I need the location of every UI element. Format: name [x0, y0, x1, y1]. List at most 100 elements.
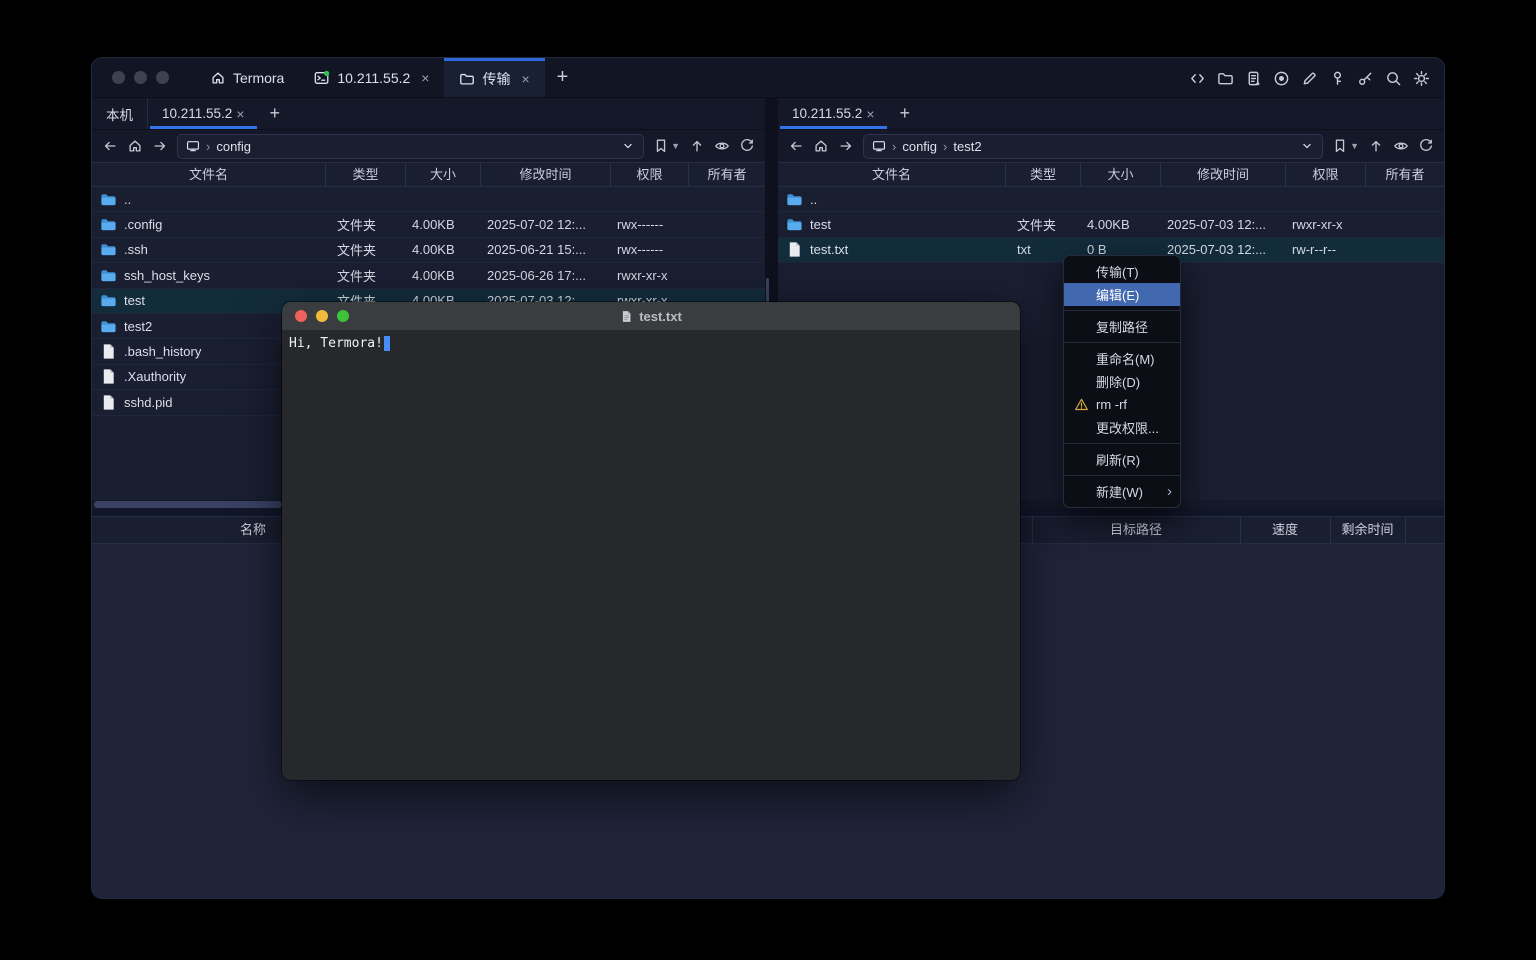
file-name: ssh_host_keys: [124, 268, 210, 283]
close-tab-icon[interactable]: ×: [866, 106, 874, 122]
settings-gear-icon[interactable]: [1413, 70, 1430, 87]
panel-tab-remote[interactable]: 10.211.55.2 ×: [148, 98, 259, 129]
close-tab-icon[interactable]: ×: [236, 106, 244, 122]
column-header-size[interactable]: 大小: [405, 163, 480, 186]
file-mtime: 2025-07-03 12:...: [1160, 217, 1285, 232]
file-permissions: rw-r--r--: [1285, 242, 1365, 257]
menu-item-[interactable]: 复制路径: [1064, 315, 1180, 338]
menu-separator: [1064, 443, 1180, 444]
add-panel-tab-button[interactable]: +: [889, 98, 922, 129]
refresh-button[interactable]: [739, 138, 755, 154]
column-header-type[interactable]: 类型: [1005, 163, 1080, 186]
editor-zoom-button[interactable]: [337, 310, 349, 322]
file-name: test.txt: [810, 242, 848, 257]
column-header-owner[interactable]: 所有者: [688, 163, 765, 186]
bookmark-button[interactable]: ▼: [1332, 138, 1359, 154]
file-row-..[interactable]: ..: [92, 187, 765, 212]
keychain-icon[interactable]: [1357, 70, 1374, 87]
close-tab-icon[interactable]: ×: [421, 70, 429, 86]
tab-ssh-session[interactable]: 10.211.55.2 ×: [299, 58, 444, 97]
column-header-perm[interactable]: 权限: [1285, 163, 1365, 186]
right-panel-tabs: 10.211.55.2 × +: [778, 98, 1444, 130]
breadcrumb-segment[interactable]: config: [216, 139, 251, 154]
close-window-button[interactable]: [112, 71, 125, 84]
home-button[interactable]: [127, 138, 143, 154]
editor-window: test.txt Hi, Termora!: [282, 302, 1020, 780]
show-hidden-eye-button[interactable]: [1393, 138, 1409, 154]
tab-termora-home[interactable]: Termora: [195, 58, 299, 97]
forward-button[interactable]: [152, 138, 168, 154]
menu-item-rmrf[interactable]: rm -rf: [1064, 393, 1180, 416]
document-icon: [620, 310, 633, 323]
file-name: test: [124, 293, 145, 308]
bookmark-button[interactable]: ▼: [653, 138, 680, 154]
transfer-column-remaining-time[interactable]: 剩余时间: [1330, 517, 1405, 543]
chevron-down-icon[interactable]: [621, 139, 635, 153]
file-row-ssh_host_keys[interactable]: ssh_host_keys文件夹4.00KB2025-06-26 17:...r…: [92, 263, 765, 288]
column-header-type[interactable]: 类型: [325, 163, 405, 186]
bookmark-caret-icon[interactable]: ▼: [1350, 141, 1359, 151]
transfer-column-target-path[interactable]: 目标路径: [1032, 517, 1240, 543]
new-tab-button[interactable]: +: [545, 58, 581, 97]
menu-item-e[interactable]: 编辑(E): [1064, 283, 1180, 306]
add-panel-tab-button[interactable]: +: [259, 98, 292, 129]
file-name: .Xauthority: [124, 369, 186, 384]
breadcrumb-segment[interactable]: test2: [953, 139, 981, 154]
editor-titlebar[interactable]: test.txt: [282, 302, 1020, 330]
back-button[interactable]: [788, 138, 804, 154]
column-header-size[interactable]: 大小: [1080, 163, 1160, 186]
code-icon[interactable]: [1189, 70, 1206, 87]
editor-content[interactable]: Hi, Termora!: [282, 330, 1020, 780]
file-name: ..: [124, 192, 131, 207]
search-icon[interactable]: [1385, 70, 1402, 87]
column-header-mtime[interactable]: 修改时间: [480, 163, 610, 186]
minimize-window-button[interactable]: [134, 71, 147, 84]
file-row-.ssh[interactable]: .ssh文件夹4.00KB2025-06-21 15:...rwx------: [92, 238, 765, 263]
bookmark-caret-icon[interactable]: ▼: [671, 141, 680, 151]
file-icon: [100, 343, 117, 360]
menu-item-label: rm -rf: [1096, 397, 1127, 412]
menu-item-w[interactable]: 新建(W)›: [1064, 480, 1180, 503]
menu-item-d[interactable]: 删除(D): [1064, 370, 1180, 393]
column-header-name[interactable]: 文件名: [778, 163, 1005, 186]
menu-item-[interactable]: 更改权限...: [1064, 416, 1180, 439]
horizontal-scrollbar-thumb[interactable]: [94, 501, 282, 508]
file-mtime: 2025-06-26 17:...: [480, 268, 610, 283]
path-bar[interactable]: ›config›test2: [863, 134, 1323, 159]
column-header-perm[interactable]: 权限: [610, 163, 688, 186]
refresh-button[interactable]: [1418, 138, 1434, 154]
chevron-down-icon[interactable]: [1300, 139, 1314, 153]
column-header-owner[interactable]: 所有者: [1365, 163, 1444, 186]
column-header-name[interactable]: 文件名: [92, 163, 325, 186]
close-tab-icon[interactable]: ×: [521, 71, 529, 87]
home-button[interactable]: [813, 138, 829, 154]
log-icon[interactable]: [1245, 70, 1262, 87]
file-row-test[interactable]: test文件夹4.00KB2025-07-03 12:...rwxr-xr-x: [778, 212, 1444, 237]
menu-item-label: 删除(D): [1096, 372, 1140, 391]
column-header-mtime[interactable]: 修改时间: [1160, 163, 1285, 186]
menu-item-m[interactable]: 重命名(M): [1064, 347, 1180, 370]
back-button[interactable]: [102, 138, 118, 154]
folder-icon[interactable]: [1217, 70, 1234, 87]
panel-tab-local[interactable]: 本机: [92, 98, 148, 129]
menu-item-t[interactable]: 传输(T): [1064, 260, 1180, 283]
file-row-.config[interactable]: .config文件夹4.00KB2025-07-02 12:...rwx----…: [92, 212, 765, 237]
parent-directory-button[interactable]: [1368, 138, 1384, 154]
path-bar[interactable]: ›config: [177, 134, 644, 159]
parent-directory-button[interactable]: [689, 138, 705, 154]
file-row-..[interactable]: ..: [778, 187, 1444, 212]
editor-close-button[interactable]: [295, 310, 307, 322]
tab-transfer[interactable]: 传输 ×: [444, 58, 544, 97]
editor-minimize-button[interactable]: [316, 310, 328, 322]
panel-tab-remote[interactable]: 10.211.55.2 ×: [778, 98, 889, 129]
forward-button[interactable]: [838, 138, 854, 154]
zoom-window-button[interactable]: [156, 71, 169, 84]
key-icon[interactable]: [1329, 70, 1346, 87]
transfer-column-speed[interactable]: 速度: [1240, 517, 1330, 543]
record-icon[interactable]: [1273, 70, 1290, 87]
menu-item-r[interactable]: 刷新(R): [1064, 448, 1180, 471]
breadcrumb-segment[interactable]: config: [902, 139, 937, 154]
show-hidden-eye-button[interactable]: [714, 138, 730, 154]
file-name: ..: [810, 192, 817, 207]
edit-icon[interactable]: [1301, 70, 1318, 87]
